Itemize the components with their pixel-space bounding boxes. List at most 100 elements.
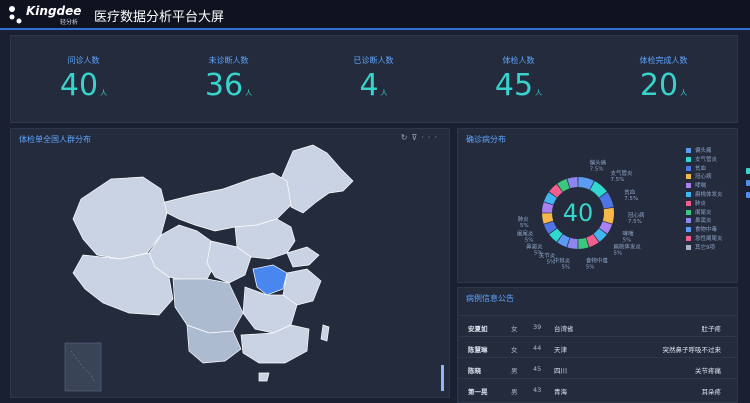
legend-item[interactable]: 鼻窦炎	[686, 217, 723, 226]
legend-swatch	[686, 156, 691, 162]
kpi-diagnosed-count: 已诊断人数 4人	[301, 36, 446, 122]
kpi-value: 4人	[359, 68, 388, 103]
region-henan	[252, 264, 288, 296]
donut-label: 中耳炎	[554, 256, 571, 264]
donut-label: 7.5%	[590, 166, 604, 172]
kpi-label: 体检人数	[502, 56, 535, 65]
legend-label: 贫血	[695, 165, 707, 172]
donut-label: 7.5%	[624, 196, 638, 202]
legend-item[interactable]: 支气管炎	[686, 156, 723, 165]
donut-label: 5%	[547, 260, 556, 266]
kpi-undiagnosed-count: 未诊断人数 36 人	[156, 36, 301, 122]
donut-label: 5%	[520, 223, 529, 229]
region-northeast	[280, 144, 354, 214]
donut-label: 7.5%	[628, 219, 642, 225]
legend-label: 扁桃体发炎	[695, 191, 723, 198]
legend-label: 偏头痛	[695, 148, 712, 154]
region-shandong	[286, 246, 320, 268]
legend-label: 哮喘	[695, 183, 707, 190]
legend-item[interactable]: 阑尾炎	[686, 209, 723, 218]
side-widget-dot[interactable]	[746, 168, 750, 174]
kpi-label: 体检完成人数	[639, 56, 688, 65]
legend-swatch	[686, 218, 691, 224]
kpi-label: 已诊断人数	[353, 56, 394, 65]
legend-item[interactable]: 冠心病	[686, 173, 723, 182]
legend-item[interactable]: 急性阑尾炎	[686, 235, 723, 244]
donut-label: 5%	[561, 264, 570, 270]
side-widget-dot[interactable]	[746, 180, 750, 186]
legend-swatch	[686, 148, 691, 153]
legend-swatch	[686, 165, 691, 171]
legend-swatch	[686, 227, 691, 233]
legend-item[interactable]: 哮喘	[686, 182, 723, 191]
legend-item[interactable]: 其它9项	[686, 244, 723, 253]
donut-label: 肺炎	[518, 216, 530, 223]
legend-label: 肺炎	[695, 200, 707, 207]
map-scale-bar	[441, 365, 444, 391]
donut-label: 7.5%	[610, 177, 624, 183]
top-bar: Kingdee 轻分析 医疗数据分析平台大屏	[0, 0, 750, 30]
donut-label: 5%	[525, 238, 534, 244]
table-row[interactable]: 第一晃男 43 青海 耳朵疼	[458, 378, 737, 400]
table-row[interactable]: 安夏如女 39 台湾省 肚子疼	[458, 315, 737, 337]
region-taiwan	[320, 324, 330, 342]
donut-label: 5%	[623, 238, 632, 244]
diagnosis-distribution-panel: 确诊病分布 偏头痛 7.5% 支气管炎 7.5% 贫血 7.5% 冠心病 7.5% 哮喘 5% 扁桃…	[457, 128, 738, 283]
donut-label: 支气管炎	[610, 169, 633, 177]
legend-swatch	[686, 200, 691, 206]
legend-swatch	[686, 244, 691, 250]
legend-swatch	[686, 209, 691, 215]
map-panel: 体检单全国人群分布 ↻⊽···	[10, 128, 450, 398]
logo-text: Kingdee	[26, 4, 82, 18]
donut-label: 5%	[534, 250, 543, 256]
legend-label: 食物中毒	[695, 227, 718, 234]
case-info-panel: 病例信息公告 安夏如女 39 台湾省 肚子疼 陈慧琳女 44 天津 突然鼻子呼吸不过来 陈晓…	[457, 287, 738, 403]
region-sichuan	[172, 278, 244, 334]
kingdee-logo-icon	[9, 6, 22, 24]
legend-label: 急性阑尾炎	[695, 235, 723, 242]
kpi-value: 40 人	[59, 68, 108, 103]
legend-label: 鼻窦炎	[695, 218, 712, 225]
donut-label: 冠心病	[628, 211, 645, 219]
donut-label: 偏头痛	[590, 158, 607, 166]
legend-item[interactable]: 食物中毒	[686, 226, 723, 235]
kpi-checkup-count: 体检人数 45 人	[446, 36, 591, 122]
legend-swatch	[686, 191, 691, 197]
kpi-panel: 问诊人数 40 人 未诊断人数 36 人 已诊断人数 4人 体检人数 45 人 体检完…	[10, 35, 738, 123]
legend-item[interactable]: 偏头痛	[686, 147, 723, 156]
legend-item[interactable]: 扁桃体发炎	[686, 191, 723, 200]
donut-label: 5%	[613, 250, 622, 256]
kpi-value: 36 人	[204, 68, 253, 103]
donut-slice-冠心病[interactable]	[602, 207, 614, 224]
legend-label: 支气管炎	[695, 156, 718, 163]
donut-label: 阑尾炎	[517, 230, 534, 238]
logo-subtext: 轻分析	[60, 19, 79, 26]
case-panel-title: 病例信息公告	[466, 294, 514, 303]
donut-label: 扁桃体发炎	[613, 242, 641, 250]
table-row[interactable]: 陈慧琳女 44 天津 突然鼻子呼吸不过来	[458, 336, 737, 358]
kpi-label: 未诊断人数	[208, 56, 249, 65]
legend-label: 冠心病	[695, 174, 712, 181]
side-widget-dot[interactable]	[746, 192, 750, 198]
china-map[interactable]	[11, 129, 449, 397]
region-hainan	[258, 372, 270, 382]
donut-label: 贫血	[624, 188, 636, 196]
kpi-value: 45 人	[494, 68, 543, 103]
donut-chart[interactable]: 偏头痛7.5%支气管炎7.5%贫血7.5%冠心病7.5%哮喘5%扁桃体发炎5%食…	[458, 129, 678, 282]
legend-swatch	[686, 183, 691, 189]
kpi-checkup-done-count: 体检完成人数 20 人	[591, 36, 736, 122]
dashboard-title: 医疗数据分析平台大屏	[94, 10, 225, 25]
legend-label: 其它9项	[695, 244, 715, 251]
legend-item[interactable]: 肺炎	[686, 200, 723, 209]
table-row[interactable]: 陈晓男 45 四川 关节疼痛	[458, 357, 737, 379]
donut-label: 食物中毒	[586, 256, 609, 264]
legend-item[interactable]: 贫血	[686, 165, 723, 174]
kpi-label: 问诊人数	[67, 56, 100, 65]
kpi-consult-count: 问诊人数 40 人	[11, 36, 156, 122]
chart-legend: 偏头痛支气管炎贫血冠心病哮喘 扁桃体发炎肺炎阑尾炎鼻窦炎食物中毒 急性阑尾炎其它9项	[686, 147, 723, 253]
donut-label: 哮喘	[623, 230, 635, 238]
legend-swatch	[686, 235, 691, 241]
legend-swatch	[686, 174, 691, 180]
legend-label: 阑尾炎	[695, 209, 712, 216]
donut-center-value: 40	[563, 199, 594, 227]
